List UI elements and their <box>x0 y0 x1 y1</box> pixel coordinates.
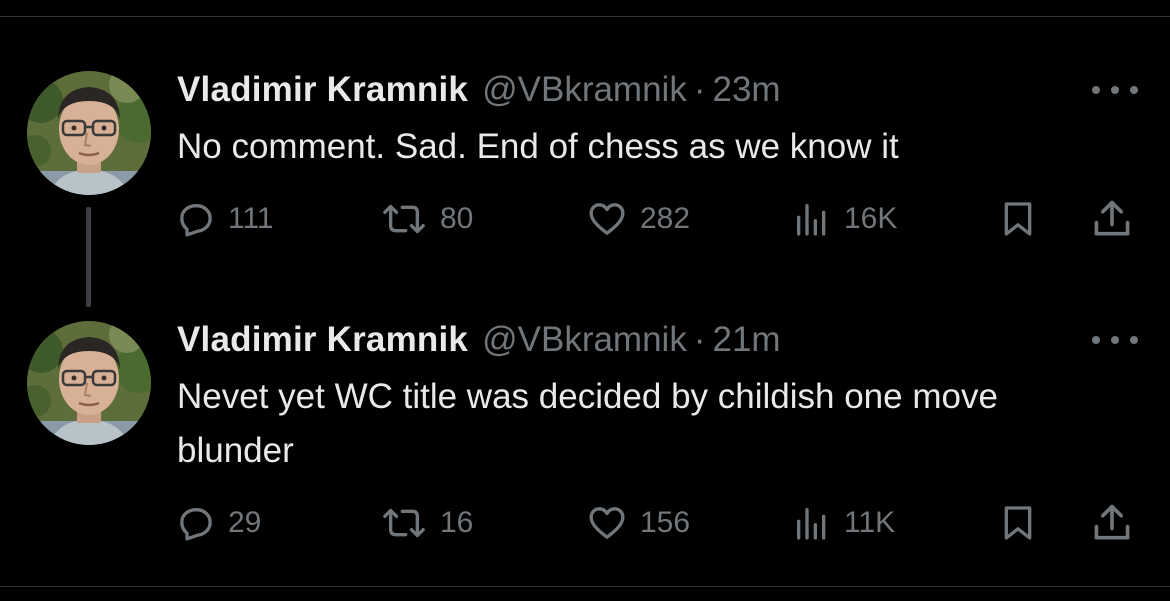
share-icon <box>1090 197 1134 241</box>
share-button[interactable] <box>1090 500 1134 546</box>
reply-icon <box>176 503 216 543</box>
views-button[interactable]: 16K <box>792 196 897 242</box>
bottom-divider <box>0 586 1170 587</box>
reply-icon <box>176 199 216 239</box>
repost-count: 80 <box>440 202 474 235</box>
heart-icon <box>586 199 628 239</box>
repost-count: 16 <box>440 506 474 539</box>
tweet-text: No comment. Sad. End of chess as we know… <box>177 127 899 166</box>
repost-icon <box>380 199 428 239</box>
user-handle[interactable]: @VBkramnik <box>482 70 687 110</box>
like-button[interactable]: 282 <box>586 196 690 242</box>
display-name[interactable]: Vladimir Kramnik <box>177 320 468 360</box>
bookmark-button[interactable] <box>998 196 1038 242</box>
heart-icon <box>586 503 628 543</box>
more-options-icon[interactable] <box>1092 332 1138 348</box>
action-bar: 29 16 156 11K <box>0 500 1170 546</box>
share-button[interactable] <box>1090 196 1134 242</box>
more-options-icon[interactable] <box>1092 82 1138 98</box>
bookmark-icon <box>998 503 1038 543</box>
like-button[interactable]: 156 <box>586 500 690 546</box>
like-count: 156 <box>640 506 691 539</box>
views-button[interactable]: 11K <box>792 500 895 546</box>
views-count: 16K <box>844 202 898 235</box>
timestamp[interactable]: 23m <box>713 70 781 110</box>
bookmark-button[interactable] <box>998 500 1038 546</box>
user-handle[interactable]: @VBkramnik <box>482 320 687 360</box>
repost-button[interactable]: 80 <box>380 196 473 242</box>
views-chart-icon <box>792 503 832 543</box>
reply-count: 111 <box>228 202 274 235</box>
reply-count: 29 <box>228 506 262 539</box>
tweet-header: Vladimir Kramnik @VBkramnik · 23m <box>177 68 781 112</box>
action-bar: 111 80 282 16K <box>0 196 1170 242</box>
repost-button[interactable]: 16 <box>380 500 473 546</box>
timestamp[interactable]: 21m <box>713 320 781 360</box>
reply-button[interactable]: 29 <box>176 500 261 546</box>
separator-dot: · <box>693 320 706 359</box>
separator-dot: · <box>693 70 706 109</box>
tweet-text: Nevet yet WC title was decided by childi… <box>177 377 998 470</box>
avatar[interactable] <box>27 71 151 195</box>
bookmark-icon <box>998 199 1038 239</box>
reply-button[interactable]: 111 <box>176 196 274 242</box>
views-count: 11K <box>844 506 896 539</box>
views-chart-icon <box>792 199 832 239</box>
display-name[interactable]: Vladimir Kramnik <box>177 70 468 110</box>
share-icon <box>1090 501 1134 545</box>
repost-icon <box>380 503 428 543</box>
avatar[interactable] <box>27 321 151 445</box>
top-divider <box>0 16 1170 17</box>
tweet-header: Vladimir Kramnik @VBkramnik · 21m <box>177 318 781 362</box>
like-count: 282 <box>640 202 691 235</box>
